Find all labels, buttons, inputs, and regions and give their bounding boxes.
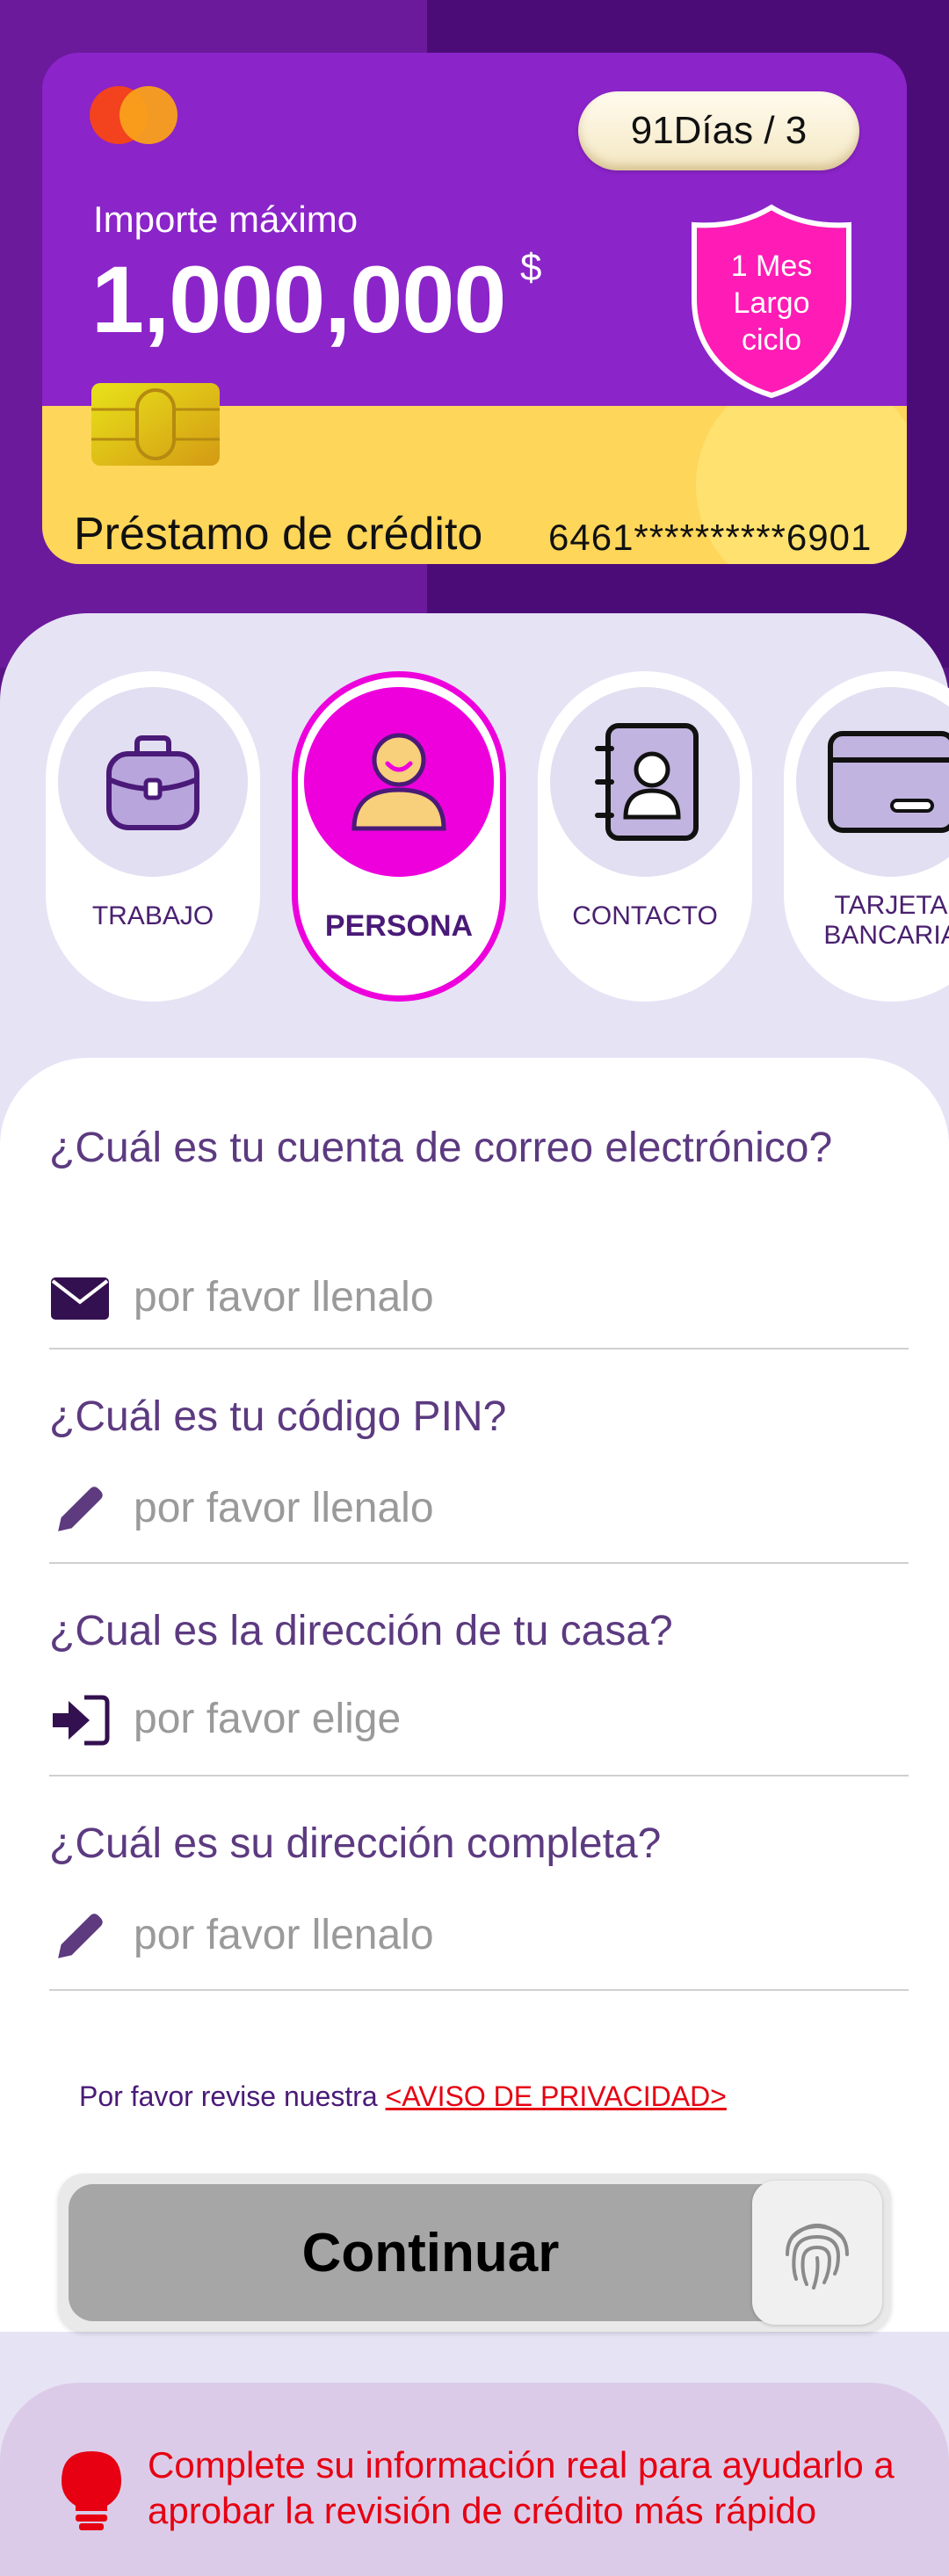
continue-button-wrap: Continuar <box>58 2174 891 2332</box>
chip-icon <box>91 383 220 466</box>
pin-question: ¿Cuál es tu código PIN? <box>49 1393 507 1440</box>
shield-text-line-1: 1 Mes <box>730 250 813 283</box>
contact-book-icon <box>595 723 699 841</box>
shield-text-line-2: Largo <box>733 286 810 320</box>
full-address-field-row <box>49 1903 910 1966</box>
fingerprint-icon <box>786 2224 849 2290</box>
sign-in-icon <box>53 1695 110 1746</box>
email-field-row <box>49 1265 910 1328</box>
briefcase-icon <box>106 735 199 830</box>
divider <box>49 1348 909 1350</box>
home-address-question: ¿Cual es la dirección de tu casa? <box>49 1608 673 1654</box>
step-circle <box>796 687 949 877</box>
email-question: ¿Cuál es tu cuenta de correo electrónico… <box>49 1125 833 1171</box>
step-circle <box>304 687 494 877</box>
step-label: TRABAJO <box>91 901 214 930</box>
pencil-icon <box>58 1914 103 1958</box>
step-tab-tarjeta-bancaria[interactable]: TARJETA BANCARIA <box>784 671 949 1002</box>
pin-field-row <box>49 1476 910 1539</box>
step-label: PERSONA <box>324 909 474 943</box>
home-address-field-row <box>49 1687 910 1750</box>
email-input[interactable] <box>134 1265 889 1328</box>
shield-text: 1 Mes Largo ciclo <box>687 248 856 358</box>
max-amount-label: Importe máximo <box>93 199 359 240</box>
pencil-icon <box>58 1487 103 1531</box>
credit-card: 91Días / 3 Importe máximo 1,000,000 $ 1 … <box>42 53 907 564</box>
card-number: 6461**********6901 <box>548 517 873 558</box>
home-address-select[interactable] <box>134 1687 889 1750</box>
tip-text: Complete su información real para ayudar… <box>148 2444 895 2531</box>
privacy-notice: Por favor revise nuestra <AVISO DE PRIVA… <box>79 2080 727 2113</box>
full-address-question: ¿Cuál es su dirección completa? <box>49 1820 662 1867</box>
fingerprint-button[interactable] <box>752 2181 882 2325</box>
step-tab-contacto[interactable]: CONTACTO <box>538 671 752 1002</box>
step-label: TARJETA BANCARIA <box>823 891 949 950</box>
step-label: CONTACTO <box>572 901 718 930</box>
privacy-text: Por favor revise nuestra <box>79 2080 386 2112</box>
step-tab-persona[interactable]: PERSONA <box>292 671 506 1002</box>
person-icon <box>351 733 446 831</box>
privacy-link[interactable]: <AVISO DE PRIVACIDAD> <box>386 2080 727 2112</box>
currency-symbol: $ <box>520 246 542 289</box>
divider <box>49 1775 909 1776</box>
step-tab-trabajo[interactable]: TRABAJO <box>46 671 260 1002</box>
step-circle <box>58 687 248 877</box>
bank-card-icon <box>828 731 949 833</box>
divider <box>49 1989 909 1991</box>
lightbulb-icon <box>62 2451 121 2530</box>
step-tabs: TRABAJO PERSONA CONTACTO TARJETA BANCARI… <box>0 671 949 1005</box>
max-amount-value: 1,000,000 <box>91 246 506 352</box>
mastercard-logo-icon <box>90 86 177 144</box>
mail-icon <box>51 1277 109 1320</box>
loan-title: Préstamo de crédito <box>74 509 483 560</box>
shield-text-line-3: ciclo <box>741 323 802 357</box>
divider <box>49 1562 909 1564</box>
term-badge: 91Días / 3 <box>578 91 859 170</box>
full-address-input[interactable] <box>134 1903 889 1966</box>
step-circle <box>550 687 740 877</box>
pin-input[interactable] <box>134 1476 889 1539</box>
